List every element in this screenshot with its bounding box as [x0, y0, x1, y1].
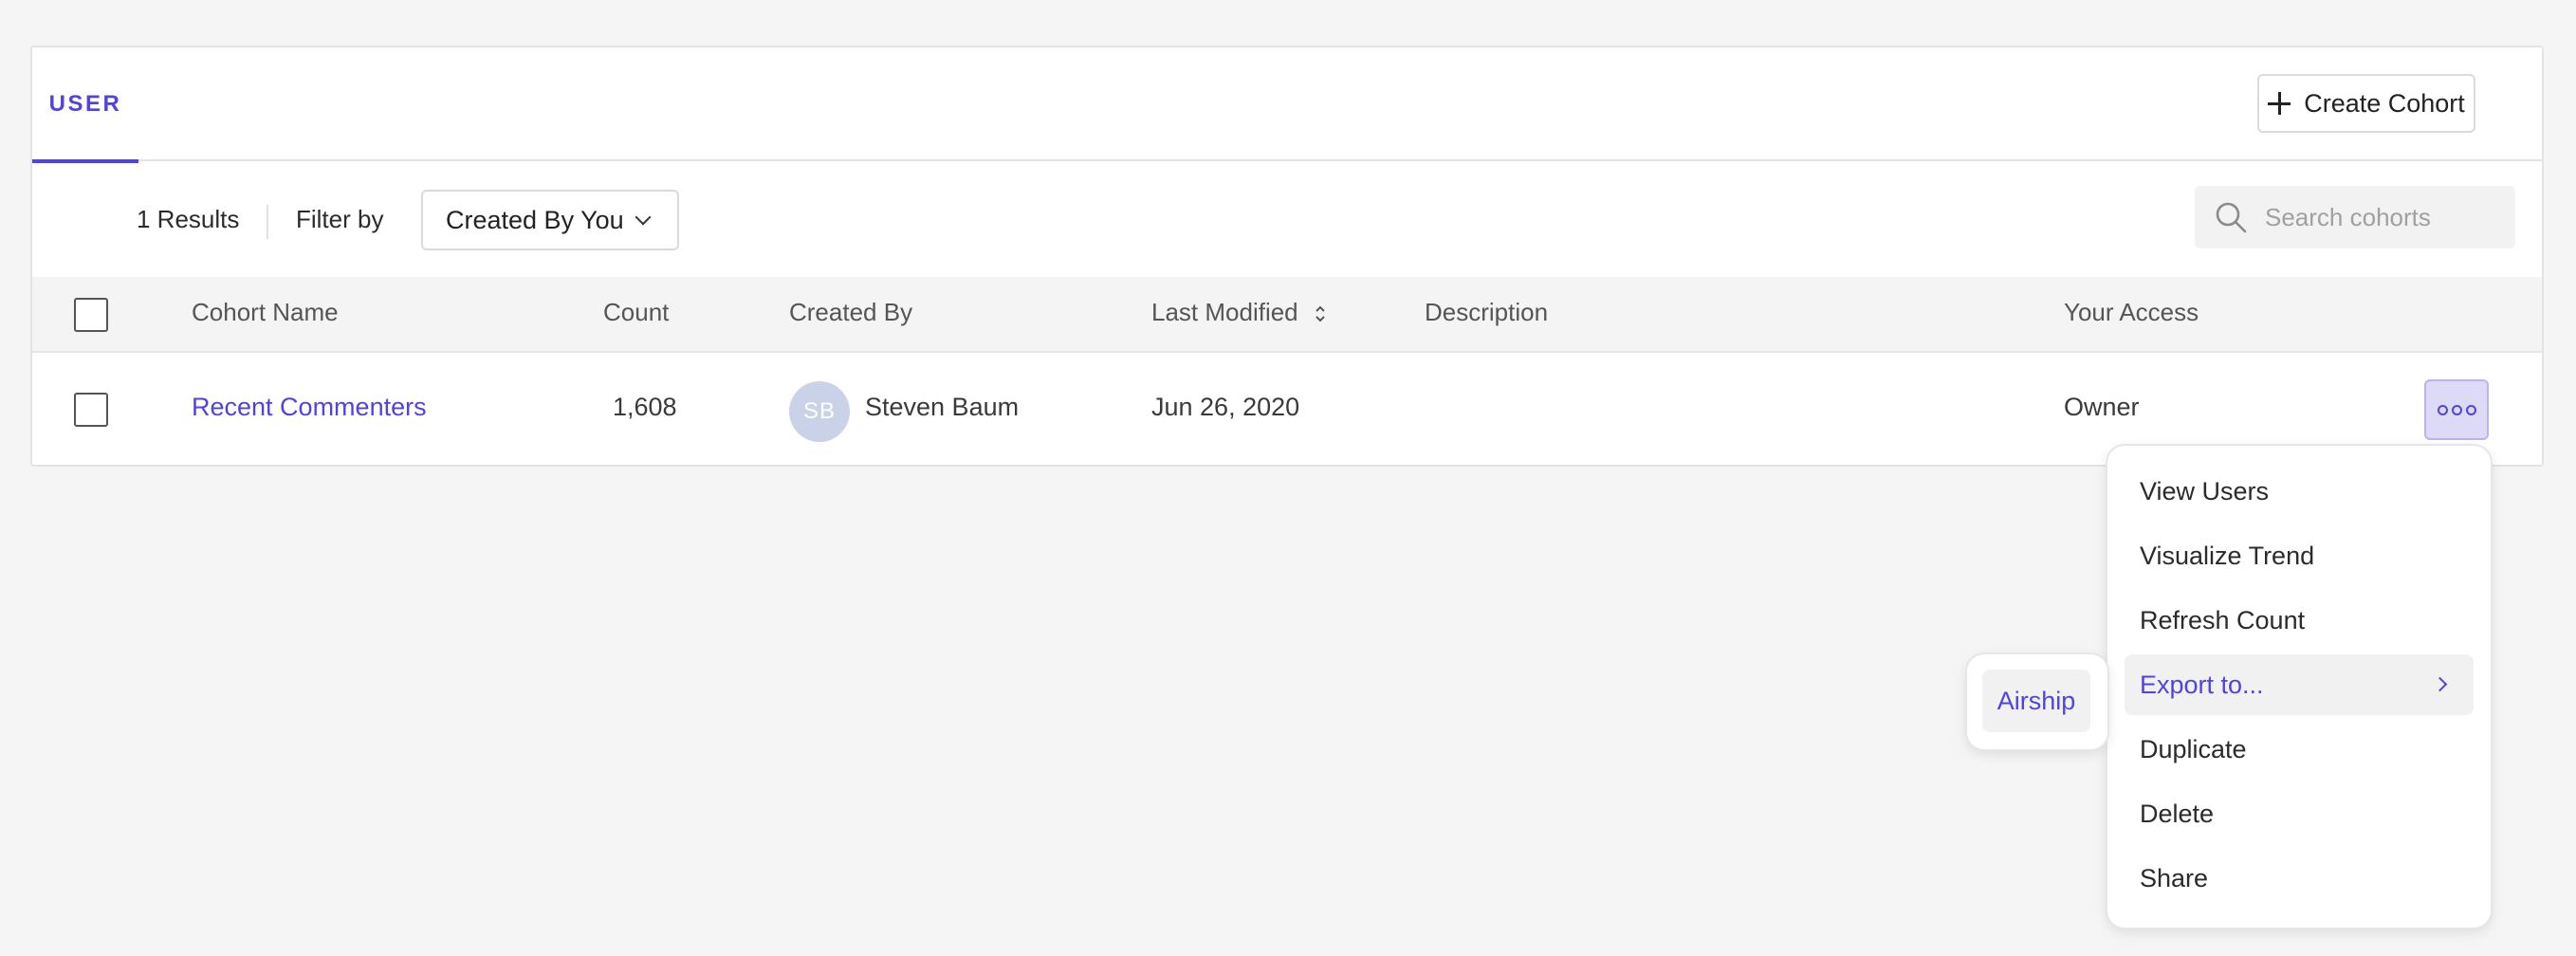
more-actions-button[interactable] — [2424, 379, 2489, 440]
menu-item-label: Delete — [2140, 799, 2215, 828]
column-header-last-modified-label: Last Modified — [1151, 298, 1298, 326]
select-all-checkbox[interactable] — [74, 298, 108, 332]
access-level: Owner — [2064, 393, 2140, 421]
chevron-down-icon — [635, 209, 652, 226]
menu-item-export-to[interactable]: Export to... — [2125, 654, 2474, 715]
menu-item-share[interactable]: Share — [2125, 848, 2474, 909]
menu-item-label: View Users — [2140, 476, 2270, 506]
column-header-created-by[interactable]: Created By — [789, 298, 912, 327]
menu-item-view-users[interactable]: View Users — [2125, 461, 2474, 522]
tab-bar: USER Create Cohort — [32, 47, 2542, 163]
menu-item-delete[interactable]: Delete — [2125, 783, 2474, 844]
filter-dropdown[interactable]: Created By You — [421, 190, 679, 250]
tab-active-indicator — [32, 159, 138, 163]
export-submenu: Airship — [1967, 654, 2107, 749]
sort-icon[interactable] — [1315, 303, 1326, 324]
column-header-last-modified[interactable]: Last Modified — [1151, 298, 1326, 327]
menu-item-label: Duplicate — [2140, 734, 2247, 763]
more-icon — [2465, 404, 2476, 415]
filter-dropdown-value: Created By You — [446, 205, 624, 234]
more-icon — [2451, 404, 2462, 415]
chevron-right-icon — [2432, 676, 2448, 692]
menu-item-refresh-count[interactable]: Refresh Count — [2125, 590, 2474, 651]
menu-item-label: Export to... — [2140, 670, 2264, 699]
submenu-item-label: Airship — [1996, 686, 2076, 715]
avatar-initials: SB — [802, 398, 836, 424]
column-header-cohort-name[interactable]: Cohort Name — [192, 298, 339, 327]
tab-user[interactable]: USER — [32, 47, 138, 163]
column-header-your-access[interactable]: Your Access — [2064, 298, 2199, 327]
last-modified-date: Jun 26, 2020 — [1151, 393, 1300, 421]
menu-item-visualize-trend[interactable]: Visualize Trend — [2125, 525, 2474, 586]
filter-divider — [267, 205, 268, 239]
menu-item-label: Refresh Count — [2140, 605, 2306, 634]
app-stage: USER Create Cohort 1 Results Filter by C… — [0, 0, 2576, 956]
search-box — [2195, 186, 2515, 248]
search-input[interactable] — [2265, 202, 2502, 232]
filter-by-label: Filter by — [296, 205, 384, 233]
menu-item-duplicate[interactable]: Duplicate — [2125, 719, 2474, 780]
table-header: Cohort Name Count Created By Last Modifi… — [32, 277, 2542, 353]
tab-user-label: USER — [48, 91, 122, 117]
creator-name: Steven Baum — [865, 393, 1020, 421]
avatar: SB — [789, 381, 850, 442]
actions-menu: View Users Visualize Trend Refresh Count… — [2107, 446, 2491, 928]
more-icon — [2437, 404, 2448, 415]
create-cohort-button[interactable]: Create Cohort — [2257, 74, 2475, 133]
column-header-count[interactable]: Count — [603, 298, 669, 327]
cohort-name-link[interactable]: Recent Commenters — [192, 393, 427, 422]
cohort-count: 1,608 — [613, 393, 677, 421]
row-checkbox[interactable] — [74, 393, 108, 427]
results-count: 1 Results — [137, 205, 240, 233]
plus-icon — [2268, 92, 2291, 115]
column-header-description[interactable]: Description — [1425, 298, 1548, 327]
cohorts-card: USER Create Cohort 1 Results Filter by C… — [30, 46, 2544, 467]
submenu-item-airship[interactable]: Airship — [1982, 670, 2090, 732]
menu-item-label: Share — [2140, 863, 2209, 892]
search-icon — [2216, 202, 2247, 233]
menu-item-label: Visualize Trend — [2140, 541, 2315, 570]
create-cohort-label: Create Cohort — [2304, 88, 2465, 118]
